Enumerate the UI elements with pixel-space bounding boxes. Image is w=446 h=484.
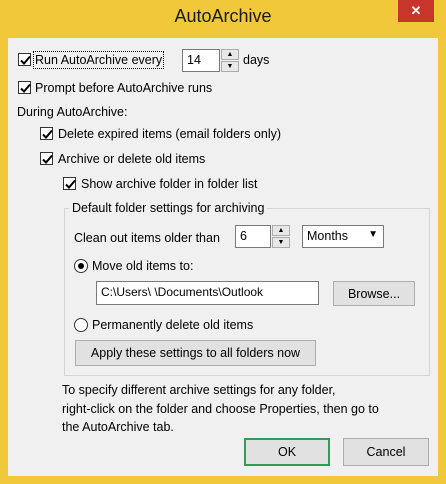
archive-path-input[interactable]: C:\Users\ \Documents\Outlook bbox=[96, 281, 319, 305]
checkmark-icon bbox=[20, 55, 31, 65]
autoarchive-window: AutoArchive ✕ Run AutoArchive every 14 ▲… bbox=[0, 0, 446, 484]
clean-out-spinner[interactable]: ▲ ▼ bbox=[272, 225, 290, 248]
prompt-before-checkbox[interactable] bbox=[18, 81, 31, 94]
run-autoarchive-checkbox[interactable] bbox=[18, 53, 31, 66]
during-autoarchive-label: During AutoArchive: bbox=[17, 105, 128, 119]
checkmark-icon bbox=[20, 83, 31, 93]
window-title: AutoArchive bbox=[174, 6, 272, 26]
checkmark-icon bbox=[42, 154, 53, 164]
delete-expired-label: Delete expired items (email folders only… bbox=[58, 127, 282, 141]
move-old-items-radio[interactable] bbox=[74, 259, 88, 273]
show-archive-folder-checkbox[interactable] bbox=[63, 177, 76, 190]
permanently-delete-radio[interactable] bbox=[74, 318, 88, 332]
time-unit-value: Months bbox=[307, 229, 348, 243]
clean-out-value-input[interactable]: 6 bbox=[235, 225, 271, 248]
title-bar[interactable]: AutoArchive ✕ bbox=[0, 0, 446, 38]
permanently-delete-label: Permanently delete old items bbox=[92, 318, 254, 332]
info-text-line-2: right-click on the folder and choose Pro… bbox=[62, 402, 379, 416]
days-spinner[interactable]: ▲ ▼ bbox=[221, 49, 239, 72]
show-archive-folder-label: Show archive folder in folder list bbox=[81, 177, 258, 191]
days-label: days bbox=[243, 53, 270, 67]
ok-button[interactable]: OK bbox=[244, 438, 330, 466]
spin-up-icon[interactable]: ▲ bbox=[221, 49, 239, 60]
spin-up-icon[interactable]: ▲ bbox=[272, 225, 290, 236]
delete-expired-checkbox[interactable] bbox=[40, 127, 53, 140]
time-unit-select[interactable]: Months ▼ bbox=[302, 225, 384, 248]
move-old-items-label: Move old items to: bbox=[92, 259, 194, 273]
archive-old-label: Archive or delete old items bbox=[58, 152, 206, 166]
clean-out-label: Clean out items older than bbox=[74, 231, 220, 245]
browse-button[interactable]: Browse... bbox=[333, 281, 415, 306]
prompt-before-label: Prompt before AutoArchive runs bbox=[35, 81, 213, 95]
archive-old-checkbox[interactable] bbox=[40, 152, 53, 165]
cancel-button[interactable]: Cancel bbox=[343, 438, 429, 466]
info-text-line-3: the AutoArchive tab. bbox=[62, 420, 174, 434]
spin-down-icon[interactable]: ▼ bbox=[221, 61, 239, 72]
dialog-body: Run AutoArchive every 14 ▲ ▼ days Prompt… bbox=[8, 38, 438, 476]
close-button[interactable]: ✕ bbox=[398, 0, 434, 22]
spin-down-icon[interactable]: ▼ bbox=[272, 237, 290, 248]
group-title: Default folder settings for archiving bbox=[69, 201, 268, 215]
apply-to-all-folders-button[interactable]: Apply these settings to all folders now bbox=[75, 340, 316, 366]
chevron-down-icon: ▼ bbox=[368, 229, 378, 240]
days-input[interactable]: 14 bbox=[182, 49, 220, 72]
close-icon: ✕ bbox=[410, 3, 422, 18]
checkmark-icon bbox=[42, 129, 53, 139]
info-text-line-1: To specify different archive settings fo… bbox=[62, 383, 336, 397]
checkmark-icon bbox=[65, 179, 76, 189]
radio-selected-dot bbox=[78, 263, 84, 269]
run-autoarchive-label: Run AutoArchive every bbox=[32, 51, 165, 69]
